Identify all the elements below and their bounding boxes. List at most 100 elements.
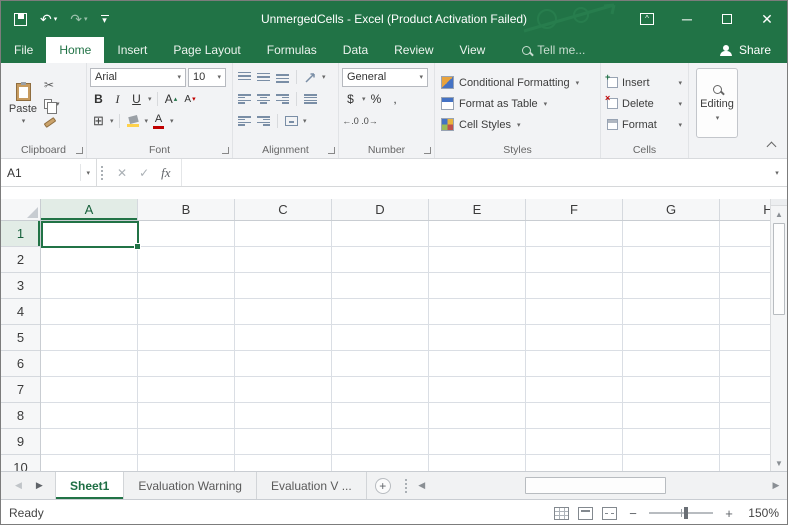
column-header-d[interactable]: D	[332, 199, 429, 220]
align-center-button[interactable]	[255, 90, 272, 108]
insert-function-icon[interactable]: fx	[161, 165, 170, 181]
editing-button[interactable]: Editing ▾	[696, 68, 738, 138]
ribbon-display-options-icon[interactable]: ^	[627, 1, 667, 37]
selected-cell-a1[interactable]	[41, 221, 139, 248]
row-header-6[interactable]: 6	[1, 351, 40, 377]
minimize-icon[interactable]: ─	[667, 1, 707, 37]
confirm-entry-icon[interactable]: ✓	[139, 166, 149, 180]
sheet-prev-icon[interactable]: ◀	[15, 480, 22, 491]
customize-toolbar-icon[interactable]: ▾	[101, 15, 109, 23]
cells-area[interactable]	[41, 221, 772, 471]
alignment-dialog-launcher-icon[interactable]	[328, 147, 335, 154]
borders-button[interactable]: ⊞	[90, 112, 107, 130]
vertical-scrollbar[interactable]: ▲ ▼	[770, 199, 787, 471]
increase-font-button[interactable]: A▴	[163, 90, 180, 108]
merge-center-button[interactable]	[283, 112, 300, 130]
align-top-button[interactable]	[236, 68, 253, 86]
column-header-b[interactable]: B	[138, 199, 235, 220]
tab-formulas[interactable]: Formulas	[254, 37, 330, 63]
tab-file[interactable]: File	[1, 37, 46, 63]
scroll-up-icon[interactable]: ▲	[771, 206, 787, 222]
row-header-3[interactable]: 3	[1, 273, 40, 299]
vertical-scroll-track[interactable]	[771, 316, 787, 455]
tab-view[interactable]: View	[447, 37, 499, 63]
row-header-9[interactable]: 9	[1, 429, 40, 455]
scroll-down-icon[interactable]: ▼	[771, 455, 787, 471]
sheet-tab-sheet1[interactable]: Sheet1	[55, 472, 124, 499]
tab-data[interactable]: Data	[330, 37, 381, 63]
zoom-slider-handle[interactable]	[684, 507, 688, 519]
tab-insert[interactable]: Insert	[104, 37, 160, 63]
column-header-h[interactable]: H	[720, 199, 772, 220]
fill-color-button[interactable]	[125, 112, 142, 130]
select-all-corner[interactable]	[1, 199, 41, 221]
underline-button[interactable]: U	[128, 90, 145, 108]
percent-button[interactable]: %	[368, 90, 385, 108]
cell-styles-button[interactable]: Cell Styles▾	[438, 114, 597, 135]
tab-page-layout[interactable]: Page Layout	[160, 37, 253, 63]
increase-decimal-button[interactable]: ←.0	[342, 112, 359, 130]
normal-view-icon[interactable]	[554, 507, 569, 520]
number-format-combo[interactable]: General▾	[342, 68, 428, 87]
undo-icon[interactable]: ↶▾	[40, 12, 57, 26]
row-header-8[interactable]: 8	[1, 403, 40, 429]
font-color-button[interactable]: A	[150, 112, 167, 130]
currency-button[interactable]: $	[342, 90, 359, 108]
copy-button[interactable]: ▾	[44, 96, 60, 111]
format-painter-button[interactable]	[44, 115, 60, 130]
sheet-tab-evaluation-warning[interactable]: Evaluation Warning	[124, 472, 257, 499]
row-header-7[interactable]: 7	[1, 377, 40, 403]
scroll-right-icon[interactable]: ▶	[767, 480, 785, 491]
format-cells-button[interactable]: Format▾	[604, 114, 685, 135]
number-dialog-launcher-icon[interactable]	[424, 147, 431, 154]
cancel-entry-icon[interactable]: ✕	[117, 166, 127, 180]
formula-bar-drag-handle[interactable]	[97, 159, 107, 186]
row-header-4[interactable]: 4	[1, 299, 40, 325]
collapse-ribbon-icon[interactable]	[767, 142, 777, 152]
horizontal-scrollbar[interactable]: ◀ ▶	[413, 472, 787, 499]
scroll-left-icon[interactable]: ◀	[413, 480, 431, 491]
row-header-1[interactable]: 1	[1, 221, 40, 247]
horizontal-scroll-track[interactable]	[431, 472, 767, 499]
font-dialog-launcher-icon[interactable]	[222, 147, 229, 154]
row-header-10[interactable]: 10	[1, 455, 40, 471]
column-header-f[interactable]: F	[526, 199, 623, 220]
column-header-e[interactable]: E	[429, 199, 526, 220]
sheet-tab-evaluation-v[interactable]: Evaluation V ...	[257, 472, 367, 499]
horizontal-scroll-thumb[interactable]	[525, 477, 666, 494]
tab-review[interactable]: Review	[381, 37, 446, 63]
sheet-next-icon[interactable]: ▶	[36, 480, 43, 491]
wrap-text-button[interactable]	[302, 90, 319, 108]
align-right-button[interactable]	[274, 90, 291, 108]
format-as-table-button[interactable]: Format as Table▾	[438, 93, 597, 114]
font-name-combo[interactable]: Arial▾	[90, 68, 186, 87]
insert-cells-button[interactable]: Insert▾	[604, 72, 685, 93]
font-size-combo[interactable]: 10▾	[188, 68, 226, 87]
zoom-out-icon[interactable]: −	[626, 506, 640, 521]
new-sheet-button[interactable]: +	[367, 472, 399, 499]
vertical-scroll-thumb[interactable]	[773, 223, 785, 315]
decrease-indent-button[interactable]	[236, 112, 253, 130]
maximize-icon[interactable]	[707, 1, 747, 37]
align-bottom-button[interactable]	[274, 68, 291, 86]
share-button[interactable]: Share	[704, 37, 787, 63]
column-header-a[interactable]: A	[41, 199, 138, 220]
row-header-5[interactable]: 5	[1, 325, 40, 351]
decrease-decimal-button[interactable]: .0→	[361, 112, 378, 130]
paste-button[interactable]: Paste ▾	[4, 66, 42, 141]
page-layout-view-icon[interactable]	[578, 507, 593, 520]
cut-button[interactable]: ✂	[44, 77, 60, 92]
zoom-in-icon[interactable]: +	[722, 506, 736, 521]
split-handle[interactable]	[771, 199, 787, 206]
column-header-c[interactable]: C	[235, 199, 332, 220]
increase-indent-button[interactable]	[255, 112, 272, 130]
page-break-view-icon[interactable]	[602, 507, 617, 520]
formula-input[interactable]	[181, 159, 767, 186]
tell-me-box[interactable]: Tell me...	[522, 37, 585, 63]
close-icon[interactable]: ✕	[747, 1, 787, 37]
column-header-g[interactable]: G	[623, 199, 720, 220]
orientation-button[interactable]	[302, 68, 319, 86]
expand-formula-bar-icon[interactable]: ▾	[767, 159, 787, 186]
bold-button[interactable]: B	[90, 90, 107, 108]
tab-scroll-divider[interactable]	[399, 472, 413, 499]
